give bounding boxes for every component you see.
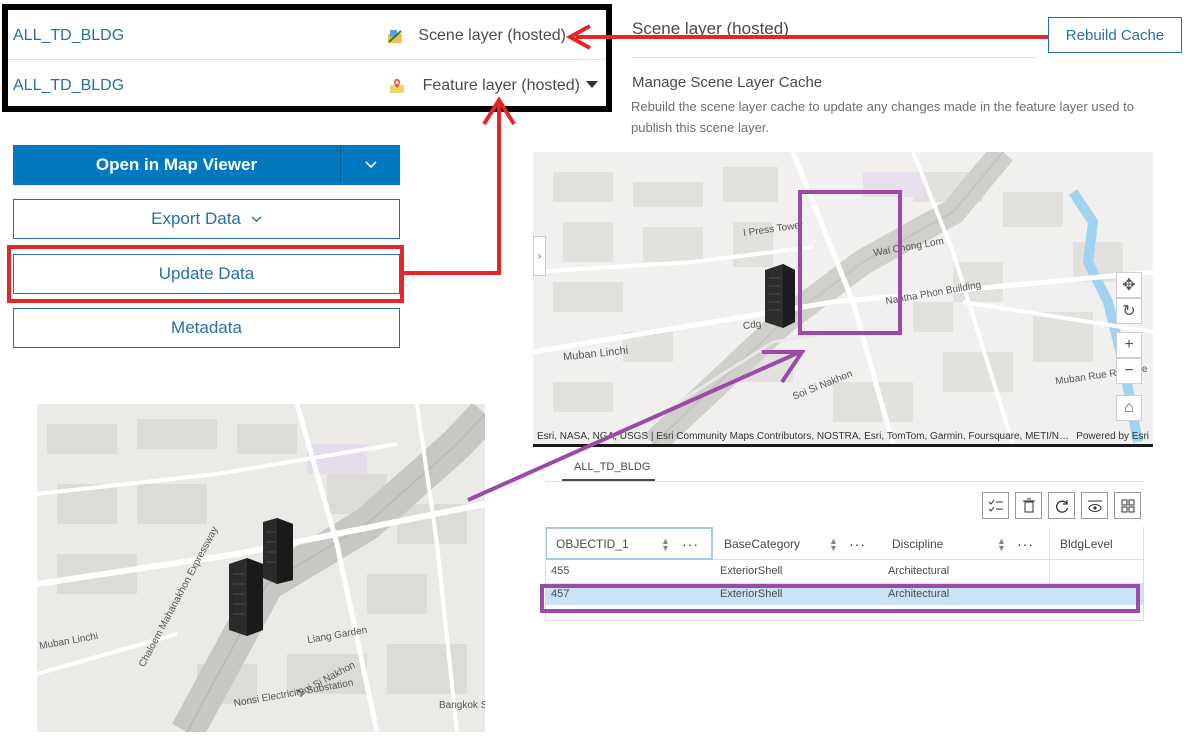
sort-icon[interactable]: ▲ ▼ (661, 537, 670, 553)
section-description: Rebuild the scene layer cache to update … (631, 99, 1134, 135)
open-map-viewer-label[interactable]: Open in Map Viewer (13, 145, 340, 185)
map-attribution: Esri, NASA, NGA, USGS | Esri Community M… (537, 431, 1069, 442)
zoom-in-icon[interactable]: + (1116, 332, 1142, 358)
layer-name-link[interactable]: ALL_TD_BLDG (13, 77, 124, 95)
column-header-bldglevel[interactable]: BldgLevel (1051, 527, 1144, 560)
home-icon[interactable]: ⌂ (1116, 395, 1142, 421)
grid-icon[interactable] (1114, 492, 1141, 519)
sort-icon[interactable]: ▲ ▼ (829, 537, 838, 553)
map-canvas (533, 152, 1153, 444)
checklist-icon[interactable] (982, 492, 1009, 519)
panel-title: Scene layer (hosted) (632, 19, 789, 38)
chevron-down-icon (251, 215, 262, 222)
scene-layer-icon (388, 30, 402, 43)
trash-icon[interactable] (1015, 492, 1042, 519)
open-map-viewer-button[interactable]: Open in Map Viewer (13, 145, 400, 185)
more-options-icon[interactable]: ··· (849, 536, 866, 552)
building-3d (765, 264, 795, 328)
table-row[interactable]: 455 ExteriorShell Architectural (545, 560, 1144, 582)
chevron-down-icon[interactable] (341, 145, 400, 185)
column-header-basecategory[interactable]: BaseCategory ▲ ▼ ··· (715, 527, 883, 560)
show-hide-icon[interactable] (1081, 492, 1108, 519)
more-options-icon[interactable]: ··· (682, 536, 699, 552)
zoom-out-icon[interactable]: − (1116, 358, 1142, 384)
rebuild-cache-button[interactable]: Rebuild Cache (1048, 17, 1182, 53)
layer-type-label: Feature layer (hosted) (422, 77, 580, 94)
powered-by[interactable]: Powered by Esri (1076, 431, 1149, 442)
table-header: OBJECTID_1 ▲ ▼ ··· BaseCategory ▲ ▼ ··· Di… (545, 527, 1144, 560)
map-label: Bangkok Service (439, 700, 485, 711)
map-canvas (37, 404, 485, 732)
chevron-right-icon[interactable]: › (533, 236, 546, 276)
tab-layer-table[interactable]: ALL_TD_BLDG (574, 461, 650, 473)
layer-row-feature[interactable]: ALL_TD_BLDG Feature layer (hosted) (8, 62, 606, 110)
scene-map-view[interactable]: Muban Linchi Soi Si Nakhon Nantha Phon B… (533, 152, 1153, 444)
layer-row-scene[interactable]: ALL_TD_BLDG Scene layer (hosted) (8, 12, 606, 60)
layers-list: ALL_TD_BLDG Scene layer (hosted) ALL_TD_… (2, 4, 612, 112)
section-title: Manage Scene Layer Cache (632, 74, 823, 91)
export-data-label: Export Data (151, 209, 241, 228)
layer-name-link[interactable]: ALL_TD_BLDG (13, 27, 124, 45)
zoomed-scene-view: Chaloem Mahanakhon Expressway Muban Linc… (37, 404, 485, 732)
update-data-button[interactable]: Update Data (13, 254, 400, 294)
refresh-icon[interactable] (1048, 492, 1075, 519)
layer-type-label: Scene layer (hosted) (418, 26, 566, 44)
divider (546, 481, 1144, 482)
metadata-button[interactable]: Metadata (13, 308, 400, 348)
divider (545, 620, 1144, 621)
feature-layer-icon (390, 79, 404, 93)
export-data-button[interactable]: Export Data (13, 199, 400, 239)
column-header-objectid[interactable]: OBJECTID_1 ▲ ▼ ··· (545, 527, 713, 560)
rotate-icon[interactable]: ↻ (1116, 298, 1142, 324)
table-right-border (1143, 527, 1144, 621)
selected-row-highlight (540, 584, 1140, 613)
map-bottom-border (533, 444, 1153, 447)
sort-icon[interactable]: ▲ ▼ (997, 537, 1006, 553)
more-options-icon[interactable]: ··· (1017, 536, 1034, 552)
column-header-discipline[interactable]: Discipline ▲ ▼ ··· (883, 527, 1051, 560)
pan-icon[interactable]: ✥ (1116, 272, 1142, 298)
chevron-down-icon[interactable] (586, 81, 598, 88)
divider (632, 57, 1037, 58)
